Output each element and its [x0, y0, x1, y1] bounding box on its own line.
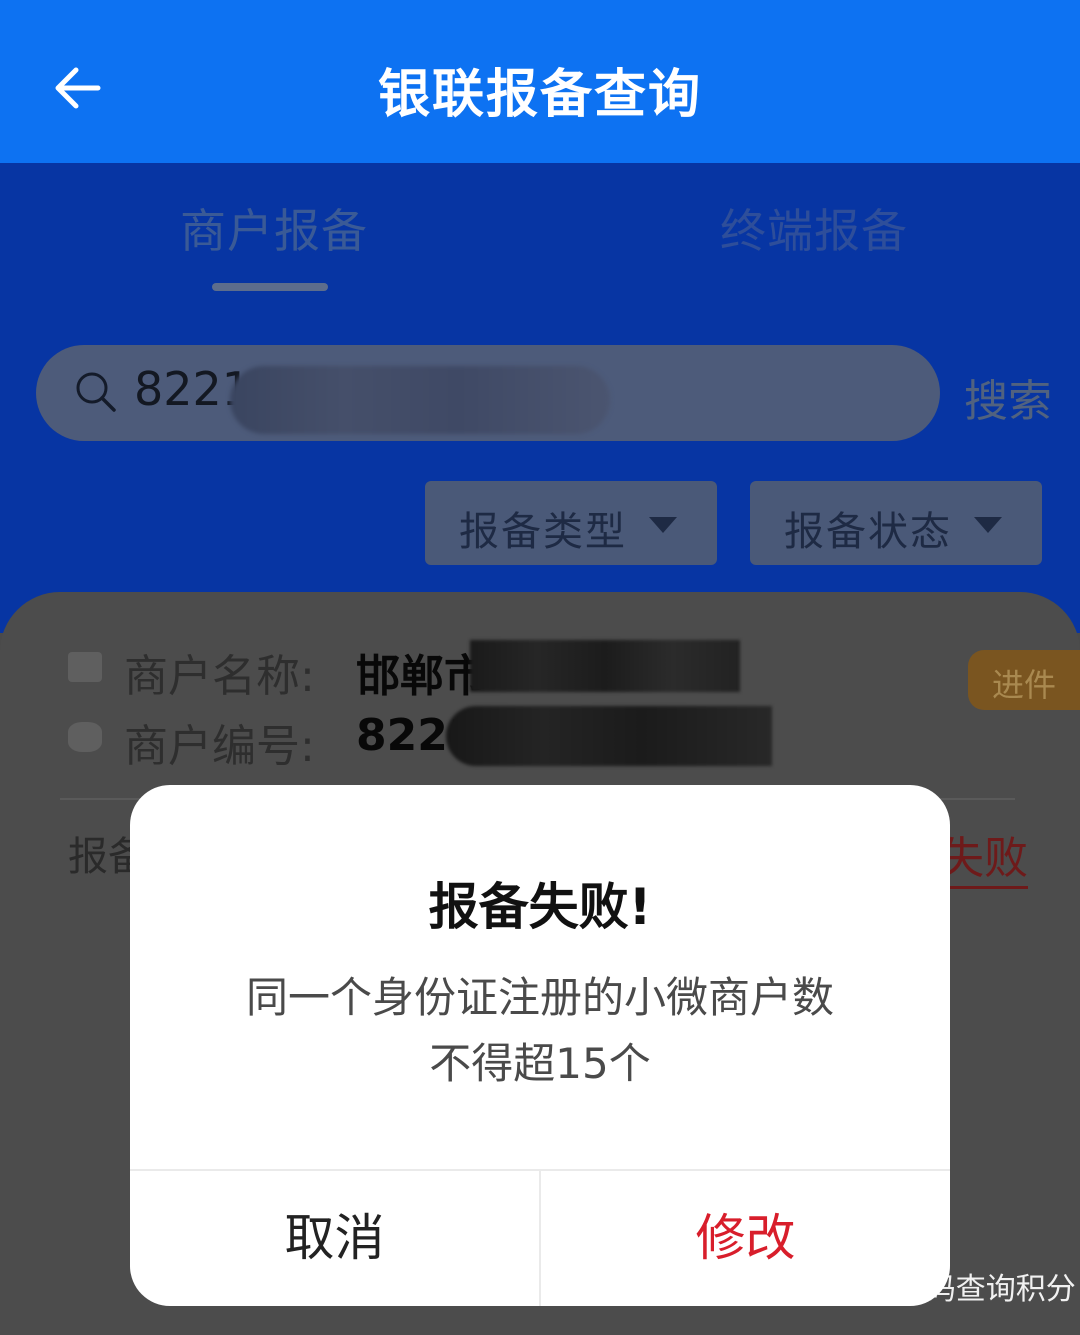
dropdown-arrow-icon [649, 517, 677, 533]
screen: 银联报备查询 商户报备 终端报备 8221 搜索 报备类型 报备状态 商户名称:… [0, 0, 1080, 1335]
watermark-text: MCC码查询积分 [858, 1272, 1076, 1307]
app-header: 银联报备查询 [0, 0, 1080, 163]
active-tab-indicator [212, 283, 328, 291]
merchant-name-label: 商户名称: [124, 651, 315, 702]
dialog-message-line-1: 同一个身份证注册的小微商户数 [245, 973, 834, 1022]
tab-terminal-report[interactable]: 终端报备 [720, 195, 908, 261]
redacted-merchant-name [470, 640, 740, 692]
redacted-merchant-number [446, 706, 772, 766]
watermark: MCC码查询积分 [806, 1266, 1076, 1307]
dialog-title: 报备失败! [428, 878, 652, 936]
redacted-search-text [230, 366, 610, 434]
dialog-message: 同一个身份证注册的小微商户数 不得超15个 [170, 965, 910, 1097]
report-type-label: 报备类型 [459, 509, 627, 555]
merchant-name-value: 邯郸市 [356, 651, 488, 702]
cancel-button[interactable]: 取消 [130, 1171, 539, 1306]
page-title: 银联报备查询 [377, 65, 702, 125]
status-badge-label: 进件 [992, 666, 1057, 704]
dialog-message-line-2: 不得超15个 [429, 1039, 651, 1088]
report-status-dropdown[interactable]: 报备状态 [750, 481, 1042, 565]
alert-dialog: 报备失败! 同一个身份证注册的小微商户数 不得超15个 取消 修改 [130, 785, 950, 1306]
search-icon [76, 372, 116, 412]
wechat-icon [806, 1269, 849, 1302]
search-button[interactable]: 搜索 [964, 365, 1052, 429]
report-status-label: 报备状态 [784, 509, 952, 555]
id-card-icon [68, 652, 102, 682]
report-type-dropdown[interactable]: 报备类型 [425, 481, 717, 565]
database-icon [68, 722, 102, 752]
dropdown-arrow-icon [974, 517, 1002, 533]
tab-merchant-report[interactable]: 商户报备 [180, 195, 368, 261]
merchant-number-label: 商户编号: [124, 721, 315, 772]
report-status-link[interactable]: 失败 [940, 822, 1028, 889]
